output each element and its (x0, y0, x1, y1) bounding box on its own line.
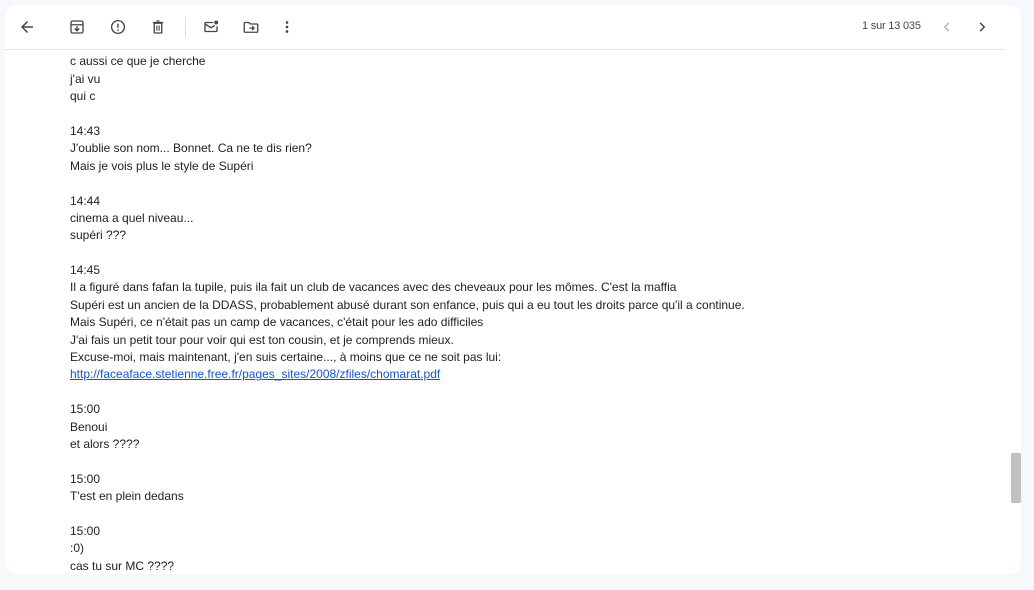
back-arrow-icon (21, 21, 33, 33)
message-toolbar: 1 sur 13 035 (5, 5, 1005, 50)
message-line: Excuse-moi, mais maintenant, j'en suis c… (70, 350, 502, 365)
move-to-icon (243, 21, 259, 33)
message-line: Il a figuré dans fafan la tupile, puis i… (70, 280, 677, 295)
mark-unread-icon (204, 20, 219, 33)
message-line: cinema a quel niveau... (70, 210, 194, 225)
message-line: c aussi ce que je cherche (70, 54, 206, 69)
previous-message-button[interactable] (931, 11, 963, 43)
message-line: Mais je vois plus le style de Supéri (70, 158, 254, 173)
message-line: T'est en plein dedans (70, 489, 184, 504)
message-line: cas tu sur MC ???? (70, 558, 175, 573)
move-to-button[interactable] (235, 11, 267, 43)
message-line: J'oublie son nom... Bonnet. Ca ne te dis… (70, 141, 312, 156)
message-text: :00c aussi ce que je cherchej'ai vuqui c… (70, 49, 745, 574)
timestamp: 15:00 (70, 471, 101, 486)
scrollbar-thumb[interactable] (1011, 453, 1021, 503)
message-line: Supéri est un ancien de la DDASS, probab… (70, 297, 745, 312)
message-link[interactable]: http://faceaface.stetienne.free.fr/pages… (70, 367, 440, 381)
chevron-left-icon (943, 22, 950, 32)
message-body: :00c aussi ce que je cherchej'ai vuqui c… (5, 49, 1005, 574)
delete-icon (152, 20, 164, 34)
message-line: J'ai fais un petit tour pour voir qui es… (70, 332, 454, 347)
timestamp: 14:45 (70, 263, 101, 278)
archive-icon (70, 20, 84, 34)
report-spam-icon (110, 19, 126, 35)
message-line: et alors ???? (70, 436, 140, 451)
message-counter: 1 sur 13 035 (862, 20, 921, 32)
message-line: j'ai vu (70, 71, 101, 86)
timestamp: 14:44 (70, 193, 101, 208)
more-vert-icon (285, 21, 289, 33)
back-button[interactable] (11, 11, 43, 43)
timestamp: 15:00 (70, 523, 101, 538)
page-scrollbar[interactable] (1011, 0, 1022, 590)
timestamp: 15:00 (70, 402, 101, 417)
report-spam-button[interactable] (102, 11, 134, 43)
chevron-right-icon (979, 22, 986, 32)
next-message-button[interactable] (966, 11, 998, 43)
message-line: supéri ??? (70, 228, 127, 243)
message-panel: 1 sur 13 035 :00c aussi ce que je cherch… (5, 5, 1021, 574)
message-line: http://faceaface.stetienne.free.fr/pages… (70, 366, 745, 383)
timestamp: 14:43 (70, 123, 101, 138)
message-line: qui c (70, 89, 96, 104)
message-line: Mais Supéri, ce n'était pas un camp de v… (70, 315, 484, 330)
archive-button[interactable] (61, 11, 93, 43)
message-line: :0) (70, 541, 85, 556)
delete-button[interactable] (142, 11, 174, 43)
more-options-button[interactable] (271, 11, 303, 43)
message-line: Benoui (70, 419, 108, 434)
toolbar-divider (185, 17, 186, 37)
mark-unread-button[interactable] (195, 11, 227, 43)
